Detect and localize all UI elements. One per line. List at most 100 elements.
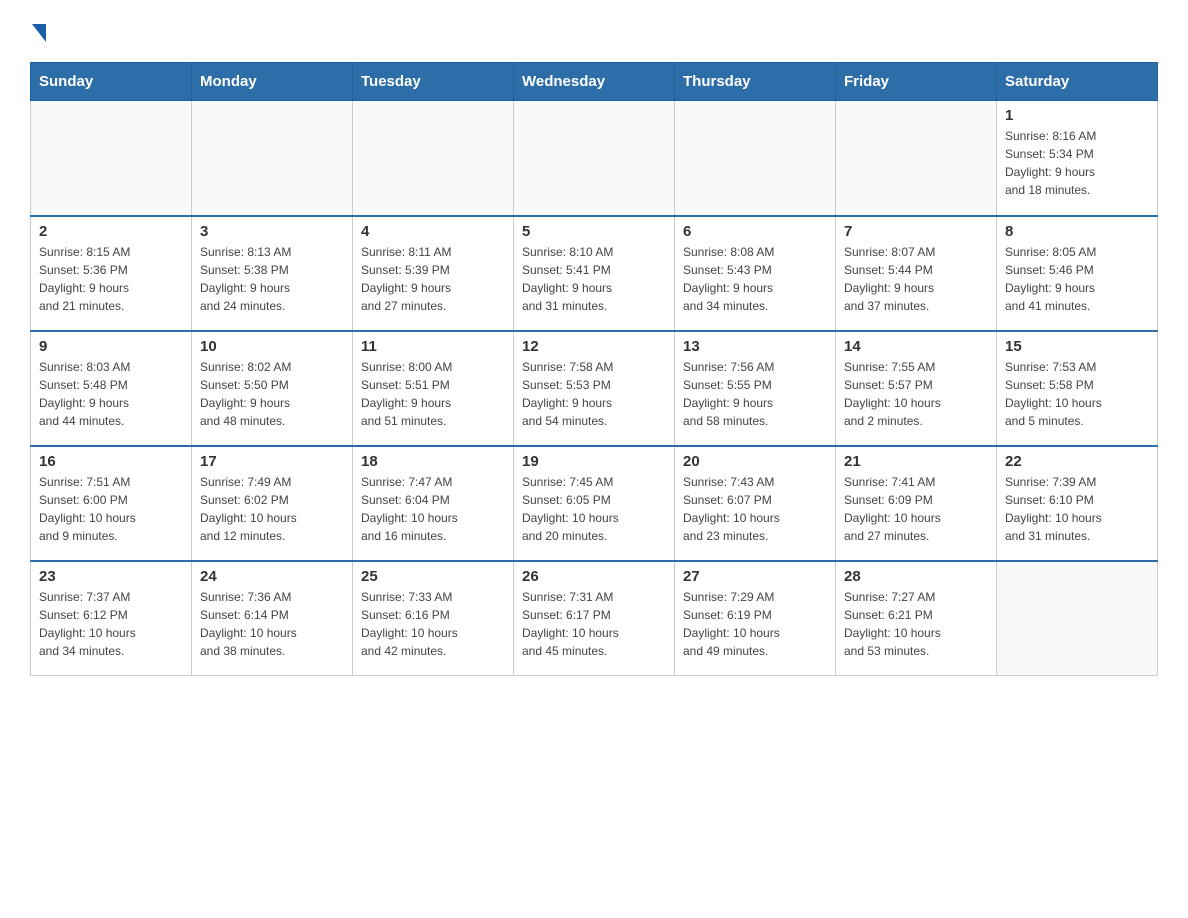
day-info: Sunrise: 7:56 AM Sunset: 5:55 PM Dayligh… [683,358,827,430]
calendar-day-cell: 4 Sunrise: 8:11 AM Sunset: 5:39 PM Daylig… [353,216,514,331]
day-info: Sunrise: 7:43 AM Sunset: 6:07 PM Dayligh… [683,473,827,545]
weekday-header-friday: Friday [836,63,997,101]
calendar-day-cell: 7 Sunrise: 8:07 AM Sunset: 5:44 PM Daylig… [836,216,997,331]
calendar-day-cell: 23 Sunrise: 7:37 AM Sunset: 6:12 PM Dayli… [31,561,192,676]
calendar-day-cell: 21 Sunrise: 7:41 AM Sunset: 6:09 PM Dayli… [836,446,997,561]
day-number: 20 [683,453,827,470]
calendar-week-row: 23 Sunrise: 7:37 AM Sunset: 6:12 PM Dayli… [31,561,1158,676]
day-number: 17 [200,453,344,470]
logo-arrow-icon [32,24,46,42]
day-number: 25 [361,568,505,585]
day-number: 28 [844,568,988,585]
calendar-week-row: 16 Sunrise: 7:51 AM Sunset: 6:00 PM Dayli… [31,446,1158,561]
day-info: Sunrise: 7:31 AM Sunset: 6:17 PM Dayligh… [522,588,666,660]
calendar-day-cell: 14 Sunrise: 7:55 AM Sunset: 5:57 PM Dayli… [836,331,997,446]
day-info: Sunrise: 8:02 AM Sunset: 5:50 PM Dayligh… [200,358,344,430]
calendar-day-cell: 20 Sunrise: 7:43 AM Sunset: 6:07 PM Dayli… [675,446,836,561]
day-info: Sunrise: 8:10 AM Sunset: 5:41 PM Dayligh… [522,243,666,315]
calendar-day-cell: 1 Sunrise: 8:16 AM Sunset: 5:34 PM Daylig… [997,101,1158,216]
day-number: 23 [39,568,183,585]
day-number: 13 [683,338,827,355]
day-info: Sunrise: 8:07 AM Sunset: 5:44 PM Dayligh… [844,243,988,315]
calendar-day-cell: 12 Sunrise: 7:58 AM Sunset: 5:53 PM Dayli… [514,331,675,446]
calendar-day-cell: 6 Sunrise: 8:08 AM Sunset: 5:43 PM Daylig… [675,216,836,331]
calendar-day-cell: 22Sunrise: 7:39 AM Sunset: 6:10 PM Dayli… [997,446,1158,561]
calendar-day-cell: 11Sunrise: 8:00 AM Sunset: 5:51 PM Dayli… [353,331,514,446]
calendar-day-cell [514,101,675,216]
day-info: Sunrise: 8:03 AM Sunset: 5:48 PM Dayligh… [39,358,183,430]
day-number: 21 [844,453,988,470]
day-number: 14 [844,338,988,355]
calendar-day-cell [836,101,997,216]
calendar-day-cell [997,561,1158,676]
day-number: 27 [683,568,827,585]
day-info: Sunrise: 7:49 AM Sunset: 6:02 PM Dayligh… [200,473,344,545]
calendar-day-cell: 15 Sunrise: 7:53 AM Sunset: 5:58 PM Dayli… [997,331,1158,446]
calendar-day-cell [192,101,353,216]
weekday-header-wednesday: Wednesday [514,63,675,101]
weekday-header-row: SundayMondayTuesdayWednesdayThursdayFrid… [31,63,1158,101]
day-info: Sunrise: 8:05 AM Sunset: 5:46 PM Dayligh… [1005,243,1149,315]
day-number: 12 [522,338,666,355]
calendar-day-cell: 5 Sunrise: 8:10 AM Sunset: 5:41 PM Daylig… [514,216,675,331]
day-info: Sunrise: 7:41 AM Sunset: 6:09 PM Dayligh… [844,473,988,545]
day-info: Sunrise: 7:37 AM Sunset: 6:12 PM Dayligh… [39,588,183,660]
calendar-week-row: 1 Sunrise: 8:16 AM Sunset: 5:34 PM Daylig… [31,101,1158,216]
day-number: 16 [39,453,183,470]
day-info: Sunrise: 7:39 AM Sunset: 6:10 PM Dayligh… [1005,473,1149,545]
calendar-day-cell: 13 Sunrise: 7:56 AM Sunset: 5:55 PM Dayli… [675,331,836,446]
weekday-header-thursday: Thursday [675,63,836,101]
calendar-day-cell: 16 Sunrise: 7:51 AM Sunset: 6:00 PM Dayli… [31,446,192,561]
weekday-header-tuesday: Tuesday [353,63,514,101]
calendar-day-cell: 3Sunrise: 8:13 AM Sunset: 5:38 PM Daylig… [192,216,353,331]
day-info: Sunrise: 8:11 AM Sunset: 5:39 PM Dayligh… [361,243,505,315]
calendar-day-cell: 8 Sunrise: 8:05 AM Sunset: 5:46 PM Daylig… [997,216,1158,331]
day-number: 18 [361,453,505,470]
day-info: Sunrise: 8:16 AM Sunset: 5:34 PM Dayligh… [1005,127,1149,199]
day-info: Sunrise: 7:33 AM Sunset: 6:16 PM Dayligh… [361,588,505,660]
day-info: Sunrise: 8:08 AM Sunset: 5:43 PM Dayligh… [683,243,827,315]
day-info: Sunrise: 7:29 AM Sunset: 6:19 PM Dayligh… [683,588,827,660]
calendar-day-cell: 24 Sunrise: 7:36 AM Sunset: 6:14 PM Dayli… [192,561,353,676]
day-number: 6 [683,223,827,240]
day-info: Sunrise: 7:45 AM Sunset: 6:05 PM Dayligh… [522,473,666,545]
calendar-day-cell: 9 Sunrise: 8:03 AM Sunset: 5:48 PM Daylig… [31,331,192,446]
calendar-day-cell [353,101,514,216]
day-number: 1 [1005,107,1149,124]
calendar-day-cell [31,101,192,216]
day-info: Sunrise: 7:36 AM Sunset: 6:14 PM Dayligh… [200,588,344,660]
weekday-header-saturday: Saturday [997,63,1158,101]
day-info: Sunrise: 7:27 AM Sunset: 6:21 PM Dayligh… [844,588,988,660]
weekday-header-sunday: Sunday [31,63,192,101]
calendar-day-cell: 26 Sunrise: 7:31 AM Sunset: 6:17 PM Dayli… [514,561,675,676]
calendar-day-cell: 10 Sunrise: 8:02 AM Sunset: 5:50 PM Dayli… [192,331,353,446]
day-info: Sunrise: 8:00 AM Sunset: 5:51 PM Dayligh… [361,358,505,430]
day-number: 7 [844,223,988,240]
calendar-day-cell: 17 Sunrise: 7:49 AM Sunset: 6:02 PM Dayli… [192,446,353,561]
calendar-day-cell: 2Sunrise: 8:15 AM Sunset: 5:36 PM Daylig… [31,216,192,331]
day-number: 10 [200,338,344,355]
weekday-header-monday: Monday [192,63,353,101]
day-number: 15 [1005,338,1149,355]
day-number: 5 [522,223,666,240]
day-info: Sunrise: 7:55 AM Sunset: 5:57 PM Dayligh… [844,358,988,430]
calendar-day-cell: 25 Sunrise: 7:33 AM Sunset: 6:16 PM Dayli… [353,561,514,676]
calendar-day-cell: 18 Sunrise: 7:47 AM Sunset: 6:04 PM Dayli… [353,446,514,561]
day-info: Sunrise: 7:53 AM Sunset: 5:58 PM Dayligh… [1005,358,1149,430]
day-info: Sunrise: 7:51 AM Sunset: 6:00 PM Dayligh… [39,473,183,545]
day-info: Sunrise: 8:15 AM Sunset: 5:36 PM Dayligh… [39,243,183,315]
day-number: 8 [1005,223,1149,240]
calendar-day-cell: 28 Sunrise: 7:27 AM Sunset: 6:21 PM Dayli… [836,561,997,676]
day-number: 26 [522,568,666,585]
calendar-day-cell: 27 Sunrise: 7:29 AM Sunset: 6:19 PM Dayli… [675,561,836,676]
calendar-week-row: 9 Sunrise: 8:03 AM Sunset: 5:48 PM Daylig… [31,331,1158,446]
page-header [30,20,1158,42]
day-number: 19 [522,453,666,470]
day-info: Sunrise: 7:47 AM Sunset: 6:04 PM Dayligh… [361,473,505,545]
day-number: 3 [200,223,344,240]
logo [30,20,46,42]
day-number: 9 [39,338,183,355]
day-number: 24 [200,568,344,585]
day-number: 4 [361,223,505,240]
day-info: Sunrise: 7:58 AM Sunset: 5:53 PM Dayligh… [522,358,666,430]
